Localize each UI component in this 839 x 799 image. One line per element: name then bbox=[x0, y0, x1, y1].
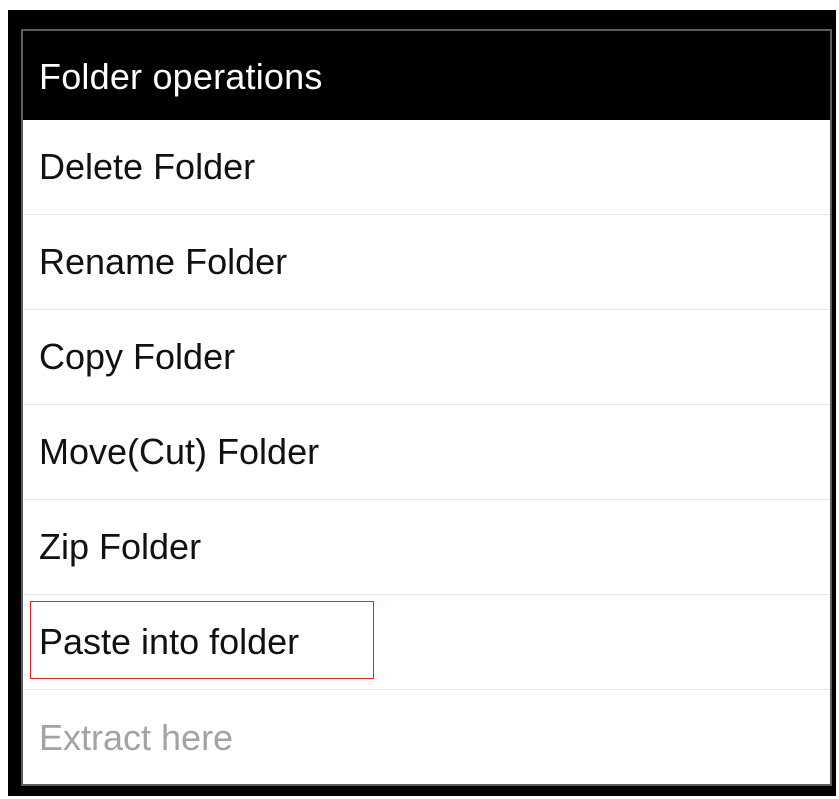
menu-item-label: Paste into folder bbox=[39, 621, 300, 662]
menu-item-delete-folder[interactable]: Delete Folder bbox=[23, 120, 830, 215]
dialog-title: Folder operations bbox=[39, 55, 323, 97]
folder-operations-dialog: Folder operations Delete Folder Rename F… bbox=[21, 29, 832, 786]
menu-item-move-cut-folder[interactable]: Move(Cut) Folder bbox=[23, 405, 830, 500]
menu-item-rename-folder[interactable]: Rename Folder bbox=[23, 215, 830, 310]
dialog-header: Folder operations bbox=[23, 31, 830, 120]
menu-item-label: Rename Folder bbox=[39, 241, 288, 282]
menu-item-label: Move(Cut) Folder bbox=[39, 431, 320, 472]
menu-item-label: Copy Folder bbox=[39, 336, 236, 377]
menu-item-label: Delete Folder bbox=[39, 146, 256, 187]
menu-item-paste-into-folder[interactable]: Paste into folder bbox=[23, 595, 830, 690]
menu-item-extract-here: Extract here bbox=[23, 690, 830, 784]
menu-item-zip-folder[interactable]: Zip Folder bbox=[23, 500, 830, 595]
menu-item-label: Extract here bbox=[39, 716, 234, 758]
menu-item-label: Zip Folder bbox=[39, 526, 202, 567]
screen: Folder operations Delete Folder Rename F… bbox=[0, 0, 839, 799]
menu-item-copy-folder[interactable]: Copy Folder bbox=[23, 310, 830, 405]
menu-list: Delete Folder Rename Folder Copy Folder … bbox=[23, 120, 830, 784]
